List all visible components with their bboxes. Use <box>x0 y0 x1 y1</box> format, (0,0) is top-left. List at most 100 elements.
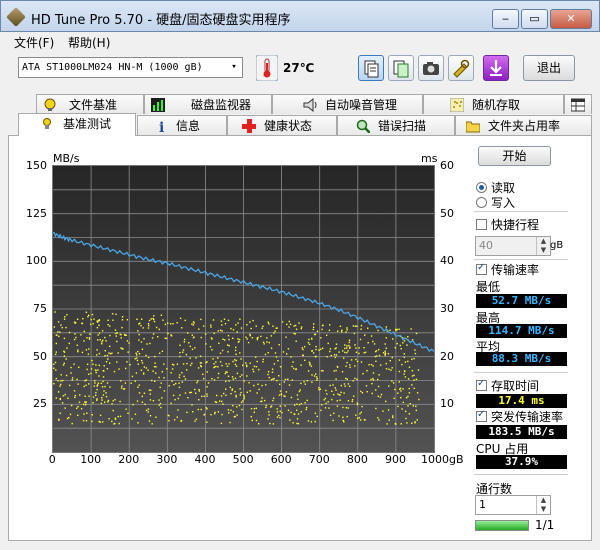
spinner-arrows-icon[interactable]: ▲ ▼ <box>536 237 550 255</box>
access-time-point <box>152 400 155 402</box>
access-time-point <box>304 402 306 404</box>
tab-acoustic-management[interactable]: 自动噪音管理 <box>272 94 423 114</box>
access-time-point <box>129 364 131 366</box>
access-time-point <box>158 399 160 401</box>
access-time-point <box>104 401 106 403</box>
copy-text-button[interactable] <box>358 55 384 81</box>
access-time-point <box>159 386 161 389</box>
access-time-point <box>154 362 156 364</box>
access-time-point <box>193 322 195 324</box>
tab-disk-monitor[interactable]: 磁盘监视器 <box>144 94 272 114</box>
tab-health[interactable]: 健康状态 <box>227 115 337 135</box>
access-time-point <box>372 340 374 343</box>
access-time-point <box>337 393 339 395</box>
access-time-point <box>192 411 194 413</box>
save-button[interactable] <box>483 55 509 81</box>
maximize-button[interactable]: ▭ <box>521 9 548 29</box>
tab-info[interactable]: i 信息 <box>137 115 227 135</box>
access-time-point <box>63 337 66 340</box>
access-time-point <box>182 351 184 353</box>
access-time-point <box>147 369 149 371</box>
access-time-point <box>240 327 243 329</box>
close-button[interactable]: ✕ <box>550 9 592 29</box>
thermometer-icon <box>256 55 278 81</box>
access-time-point <box>119 415 122 417</box>
access-time-point <box>148 324 150 327</box>
access-time-point <box>201 395 203 398</box>
x-axis-tick: 800 <box>346 453 368 466</box>
left-axis-tick: 100 <box>26 254 47 268</box>
access-time-point <box>344 344 346 346</box>
access-time-point <box>239 394 241 396</box>
quick-stroke-checkbox[interactable] <box>476 219 487 230</box>
access-time-point <box>198 388 200 391</box>
access-time-point <box>78 401 81 403</box>
access-time-point <box>407 360 409 363</box>
quick-stroke-value: 40 <box>479 239 493 252</box>
options-button[interactable] <box>448 55 474 81</box>
tab-folder-usage[interactable]: 文件夹占用率 <box>455 115 592 135</box>
drive-select[interactable]: ATA ST1000LM024 HN-M (1000 gB) ▾ <box>18 57 243 78</box>
access-time-point <box>176 322 178 324</box>
menu-file[interactable]: 文件(F) <box>14 34 54 51</box>
right-axis-tick: 30 <box>440 302 454 315</box>
copy-text-icon <box>364 60 379 78</box>
tab-benchmark[interactable]: 基准测试 <box>18 113 136 136</box>
tab-error-scan[interactable]: 错误扫描 <box>337 115 455 135</box>
tab-extra-tests[interactable] <box>564 94 592 114</box>
access-time-point <box>134 380 136 382</box>
menu-help[interactable]: 帮助(H) <box>68 34 110 51</box>
access-time-point <box>227 319 230 322</box>
access-time-point <box>405 410 407 413</box>
exit-button[interactable]: 退出 <box>523 55 575 81</box>
read-radio[interactable] <box>476 182 487 193</box>
access-time-point <box>227 351 229 353</box>
start-button[interactable]: 开始 <box>478 146 551 166</box>
access-time-point <box>398 359 401 361</box>
access-time-point <box>178 376 181 379</box>
access-time-point <box>267 418 269 420</box>
access-time-point <box>71 379 73 381</box>
access-time-point <box>385 362 387 365</box>
screenshot-button[interactable] <box>418 55 444 81</box>
access-time-point <box>315 373 317 375</box>
tab-random-access[interactable]: 随机存取 <box>423 94 564 114</box>
access-time-point <box>355 347 357 349</box>
access-time-point <box>177 397 179 400</box>
access-time-point <box>229 386 231 389</box>
access-time-point <box>361 405 363 408</box>
x-axis-tick: 300 <box>156 453 178 466</box>
access-time-point <box>151 337 154 339</box>
access-time-point <box>339 399 341 401</box>
tab-label: 文件夹占用率 <box>488 119 561 133</box>
spinner-arrows-icon[interactable]: ▲ ▼ <box>536 496 550 514</box>
access-time-point <box>346 347 348 349</box>
tab-file-benchmark[interactable]: 文件基准 <box>36 94 144 114</box>
minimize-button[interactable]: ‒ <box>492 9 519 29</box>
access-time-point <box>93 318 95 320</box>
burst-rate-checkbox[interactable] <box>476 409 487 422</box>
access-time-point <box>166 368 168 370</box>
access-time-point <box>146 343 148 345</box>
access-time-point <box>399 388 401 390</box>
copy-image-button[interactable] <box>388 55 414 81</box>
access-time-point <box>178 386 181 389</box>
access-time-point <box>269 422 271 425</box>
access-time-point <box>81 351 84 354</box>
write-radio[interactable] <box>476 197 487 208</box>
dots-grid-icon <box>450 98 464 112</box>
access-time-point <box>299 389 301 391</box>
passes-spinner[interactable]: 1 ▲ ▼ <box>475 495 551 515</box>
access-time-point <box>237 338 239 340</box>
access-time-point <box>148 420 151 422</box>
access-time-point <box>316 330 319 332</box>
access-time-point <box>355 358 357 361</box>
access-time-point <box>404 376 407 378</box>
transfer-rate-checkbox[interactable] <box>476 262 487 275</box>
access-time-point <box>74 396 76 399</box>
access-time-point <box>79 394 81 396</box>
quick-stroke-spinner[interactable]: 40 ▲ ▼ <box>475 236 551 256</box>
access-time-point <box>385 337 387 339</box>
access-time-checkbox[interactable] <box>476 378 487 391</box>
access-time-point <box>345 377 347 380</box>
